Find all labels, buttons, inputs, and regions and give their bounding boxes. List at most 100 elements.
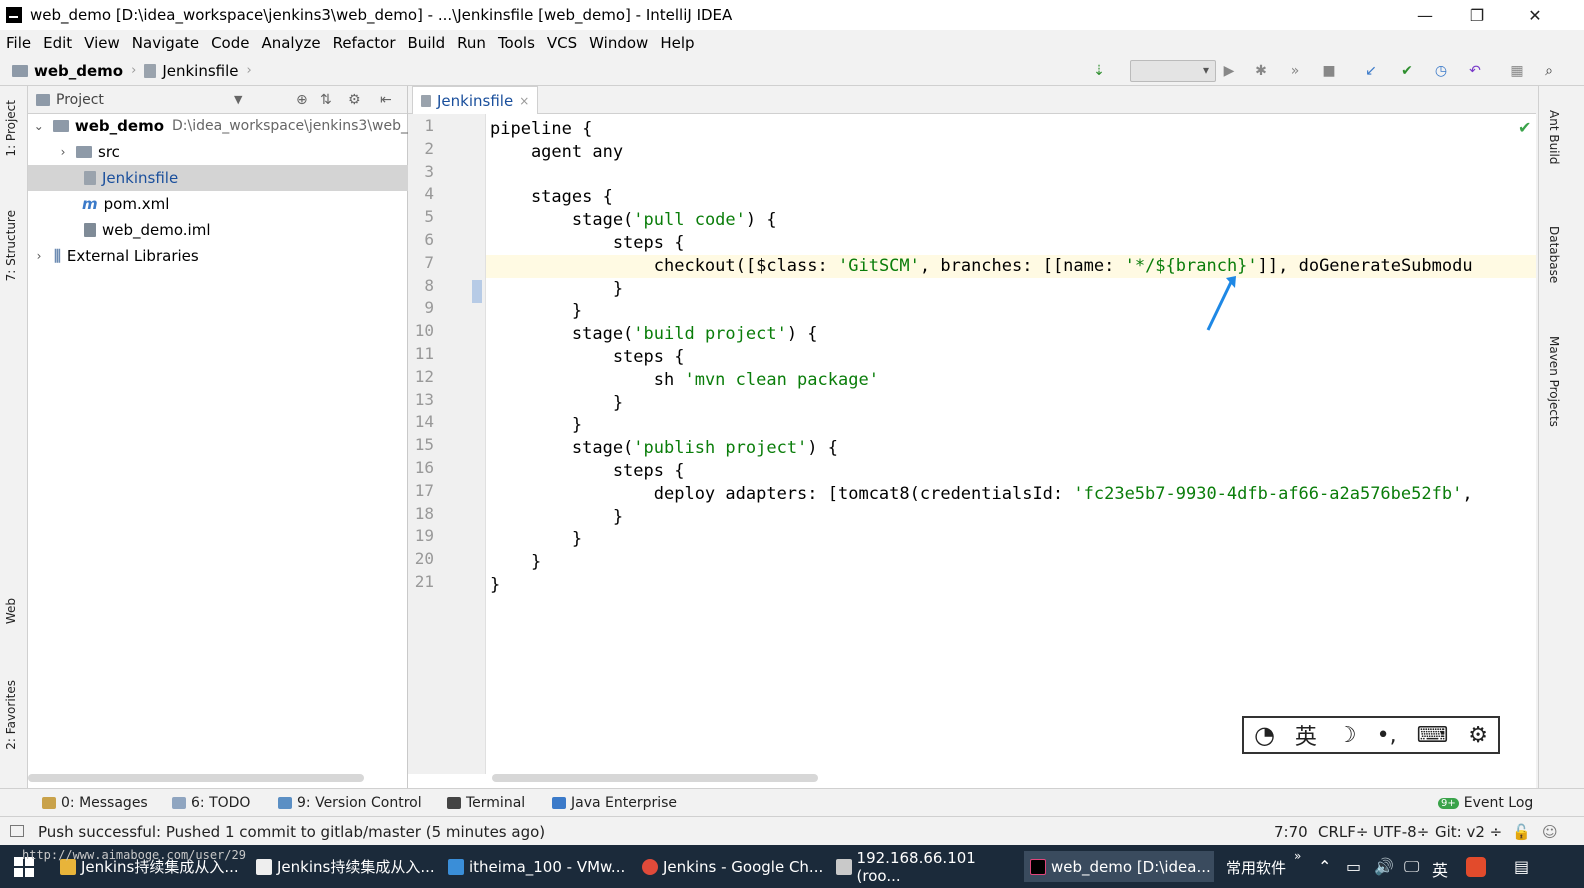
chevron-down-icon[interactable]: ⌄ <box>32 119 45 133</box>
code-area[interactable]: pipeline { agent any stages { stage('pul… <box>486 114 1536 774</box>
menu-view[interactable]: View <box>84 34 120 52</box>
vcs-update-icon[interactable]: ↙ <box>1362 62 1380 80</box>
menu-navigate[interactable]: Navigate <box>132 34 199 52</box>
taskbar-item-active[interactable]: web_demo [D:\idea... <box>1024 851 1214 882</box>
horizontal-scrollbar[interactable] <box>28 774 364 782</box>
tab-structure[interactable]: 7: Structure <box>4 210 18 281</box>
run-config-select[interactable] <box>1130 60 1216 82</box>
hide-panel-icon[interactable]: ⇤ <box>380 92 392 108</box>
scroll-from-source-icon[interactable]: ⊕ <box>296 92 308 108</box>
code-line: } <box>490 392 624 413</box>
chrome-icon <box>642 858 658 875</box>
chevron-down-icon[interactable]: ▼ <box>234 93 242 106</box>
tab-database[interactable]: Database <box>1547 226 1561 283</box>
taskbar-item[interactable]: Jenkins持续集成从入... <box>250 851 438 882</box>
tree-item-iml[interactable]: web_demo.iml <box>28 217 408 243</box>
vcs-icon <box>278 797 292 809</box>
tree-item-src[interactable]: › src <box>28 139 408 165</box>
moon-icon[interactable]: ☽ <box>1337 723 1357 748</box>
tab-favorites[interactable]: 2: Favorites <box>4 680 18 750</box>
chevron-right-icon[interactable]: › <box>56 145 70 159</box>
menu-vcs[interactable]: VCS <box>547 34 577 52</box>
ime-logo-icon[interactable]: ◔ <box>1254 721 1275 749</box>
menu-file[interactable]: File <box>6 34 31 52</box>
keyboard-icon[interactable]: ⌨ <box>1417 723 1449 748</box>
tree-item-web-demo[interactable]: ⌄ web_demo D:\idea_workspace\jenkins3\we… <box>28 113 408 139</box>
project-view-selector[interactable]: Project <box>56 92 104 108</box>
run-icon[interactable]: ▶ <box>1220 62 1238 80</box>
line-separator[interactable]: CRLF÷ <box>1318 823 1368 841</box>
taskbar-item[interactable]: Jenkins - Google Ch... <box>636 851 824 882</box>
status-toggle-icon[interactable] <box>10 825 24 837</box>
inspection-ok-icon[interactable]: ✔ <box>1518 118 1531 137</box>
menu-build[interactable]: Build <box>408 34 446 52</box>
menu-window[interactable]: Window <box>589 34 648 52</box>
caret-position[interactable]: 7:70 <box>1274 823 1308 841</box>
tray-expand-icon[interactable]: ⌃ <box>1318 857 1331 876</box>
ime-lang-toggle[interactable]: 英 <box>1295 719 1317 751</box>
taskbar-item[interactable]: 192.168.66.101 (roo... <box>830 849 1020 885</box>
vcs-branch[interactable]: Git: v2 ÷ <box>1435 823 1502 841</box>
menu-help[interactable]: Help <box>660 34 694 52</box>
minimize-button[interactable]: — <box>1400 0 1450 30</box>
menu-run[interactable]: Run <box>457 34 486 52</box>
volume-icon[interactable]: 🔊 <box>1374 857 1394 876</box>
menu-tools[interactable]: Tools <box>498 34 535 52</box>
search-icon[interactable]: ⌕ <box>1540 62 1558 80</box>
network-icon[interactable]: 🖵 <box>1404 857 1419 877</box>
sogou-ime-icon[interactable] <box>1466 857 1486 877</box>
tool-todo[interactable]: 6: TODO <box>172 795 250 811</box>
menu-analyze[interactable]: Analyze <box>261 34 320 52</box>
collapse-all-icon[interactable]: ⇅ <box>320 92 332 108</box>
intellij-icon <box>1030 858 1046 875</box>
breadcrumb-project[interactable]: web_demo <box>12 62 123 80</box>
file-encoding[interactable]: UTF-8÷ <box>1373 823 1429 841</box>
tool-event-log[interactable]: 9+ Event Log <box>1438 795 1533 811</box>
tab-maven-projects[interactable]: Maven Projects <box>1547 336 1561 427</box>
chevron-right-icon[interactable]: › <box>32 249 46 263</box>
gear-icon[interactable]: ⚙ <box>348 92 361 108</box>
tool-messages[interactable]: 0: Messages <box>42 795 148 811</box>
tree-item-external-libraries[interactable]: › ⫼ External Libraries <box>28 243 408 269</box>
notification-icon[interactable]: ▤ <box>1514 857 1529 876</box>
quick-launch-label[interactable]: 常用软件 <box>1226 857 1286 878</box>
vcs-commit-icon[interactable]: ✔ <box>1398 62 1416 80</box>
close-button[interactable]: ✕ <box>1510 0 1560 30</box>
close-tab-icon[interactable]: × <box>519 94 529 108</box>
project-structure-icon[interactable]: ▦ <box>1508 62 1526 80</box>
menu-refactor[interactable]: Refactor <box>333 34 396 52</box>
lock-icon[interactable]: 🔓 <box>1512 823 1531 841</box>
stop-icon[interactable]: ■ <box>1320 62 1338 80</box>
folder-icon <box>76 146 92 158</box>
tool-java-enterprise[interactable]: Java Enterprise <box>552 795 677 811</box>
gear-icon[interactable]: ⚙ <box>1468 723 1488 748</box>
tree-item-pom[interactable]: m pom.xml <box>28 191 408 217</box>
update-project-icon[interactable]: ⇣ <box>1090 62 1108 80</box>
tool-terminal[interactable]: Terminal <box>447 795 525 811</box>
horizontal-scrollbar[interactable] <box>492 774 818 782</box>
taskbar-item[interactable]: itheima_100 - VMw... <box>442 851 632 882</box>
input-language[interactable]: 英 <box>1432 857 1448 881</box>
vcs-revert-icon[interactable]: ↶ <box>1466 62 1484 80</box>
tab-ant-build[interactable]: Ant Build <box>1547 110 1561 164</box>
ime-toolbar[interactable]: ◔ 英 ☽ •, ⌨ ⚙ <box>1242 716 1500 754</box>
chevron-right-icon[interactable]: » <box>1294 849 1301 863</box>
inspector-icon[interactable]: ☺ <box>1542 823 1558 841</box>
menu-edit[interactable]: Edit <box>43 34 72 52</box>
tool-version-control[interactable]: 9: Version Control <box>278 795 422 811</box>
code-line: } <box>490 529 583 550</box>
debug-icon[interactable]: ✱ <box>1252 62 1270 80</box>
status-message[interactable]: Push successful: Pushed 1 commit to gitl… <box>38 823 545 841</box>
tab-jenkinsfile[interactable]: Jenkinsfile × <box>412 86 539 114</box>
tab-web[interactable]: Web <box>4 598 18 624</box>
maximize-button[interactable]: ❐ <box>1452 0 1502 30</box>
coverage-icon[interactable]: » <box>1286 62 1304 80</box>
tree-item-jenkinsfile[interactable]: Jenkinsfile <box>28 165 408 191</box>
menu-code[interactable]: Code <box>211 34 249 52</box>
vcs-history-icon[interactable]: ◷ <box>1432 62 1450 80</box>
punctuation-icon[interactable]: •, <box>1377 723 1397 748</box>
battery-icon[interactable]: ▭ <box>1346 857 1361 876</box>
tab-project[interactable]: 1: Project <box>4 100 18 157</box>
line-number: 20 <box>414 549 434 569</box>
breadcrumb-file[interactable]: Jenkinsfile <box>144 62 239 80</box>
